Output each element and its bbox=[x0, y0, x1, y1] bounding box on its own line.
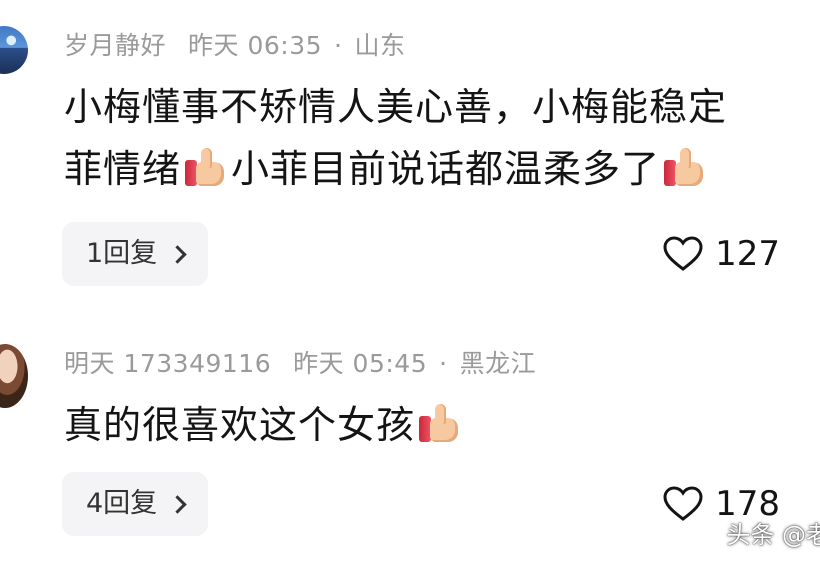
comment-line: 小梅懂事不矫情人美心善，小梅能稳定 bbox=[64, 85, 728, 129]
comment-location: 山东 bbox=[354, 31, 406, 60]
avatar[interactable] bbox=[0, 344, 28, 408]
comment-time: 昨天 06:35 bbox=[188, 31, 323, 60]
chevron-right-icon bbox=[168, 244, 187, 264]
like-button[interactable]: 127 bbox=[663, 230, 780, 278]
comment-segment: 真的很喜欢这个女孩 bbox=[64, 403, 416, 447]
reply-button[interactable]: 1回复 bbox=[62, 222, 209, 286]
comment-text: 真的很喜欢这个女孩 bbox=[64, 394, 820, 456]
comment-item: 岁月静好 昨天 06:35 · 山东 小梅懂事不矫情人美心善，小梅能稳定 菲情绪 小菲目… bbox=[0, 0, 820, 300]
reply-label: 4回复 bbox=[86, 488, 158, 519]
reply-button[interactable]: 4回复 bbox=[62, 472, 209, 536]
comment-segment: 小菲目前说话都温柔多了 bbox=[231, 147, 661, 191]
thumbs-up-icon bbox=[183, 148, 229, 188]
heart-outline-icon bbox=[663, 486, 703, 521]
reply-label: 1回复 bbox=[86, 238, 158, 269]
watermark: 头条 @老 bbox=[726, 521, 820, 549]
separator: · bbox=[334, 31, 343, 60]
avatar[interactable] bbox=[0, 26, 28, 74]
comment-time: 昨天 05:45 bbox=[293, 349, 428, 378]
chevron-right-icon bbox=[168, 494, 187, 514]
like-count: 127 bbox=[715, 234, 780, 274]
comment-line: 菲情绪 小菲目前说话都温柔多了 bbox=[64, 138, 820, 200]
comment-meta: 岁月静好 昨天 06:35 · 山东 bbox=[64, 26, 405, 62]
comment-segment: 菲情绪 bbox=[64, 147, 182, 191]
heart-outline-icon bbox=[663, 236, 703, 271]
comment-line: 真的很喜欢这个女孩 bbox=[64, 394, 820, 456]
thumbs-up-icon bbox=[662, 148, 708, 188]
separator: · bbox=[439, 349, 448, 378]
username[interactable]: 岁月静好 bbox=[64, 26, 166, 62]
username[interactable]: 明天 173349116 bbox=[64, 344, 271, 380]
comment-meta: 明天 173349116 昨天 05:45 · 黑龙江 bbox=[64, 344, 536, 380]
comment-location: 黑龙江 bbox=[459, 349, 537, 378]
thumbs-up-icon bbox=[417, 404, 463, 444]
comment-text: 小梅懂事不矫情人美心善，小梅能稳定 菲情绪 小菲目前说话都温柔多了 bbox=[64, 76, 820, 200]
comment-item: 明天 173349116 昨天 05:45 · 黑龙江 真的很喜欢这个女孩 4回复 1… bbox=[0, 330, 820, 564]
